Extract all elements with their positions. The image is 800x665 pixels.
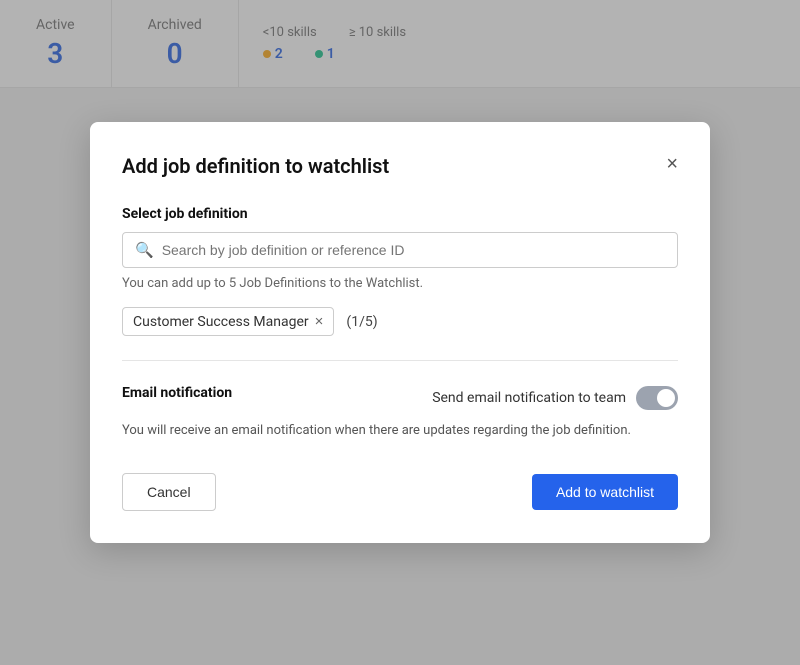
toggle-row: Send email notification to team [432,386,678,410]
add-to-watchlist-button[interactable]: Add to watchlist [532,474,678,510]
tag-label: Customer Success Manager [133,314,309,330]
selected-tag: Customer Success Manager × [122,307,334,336]
email-description: You will receive an email notification w… [122,421,678,441]
search-box: 🔍 [122,232,678,268]
search-input[interactable] [162,242,665,258]
search-icon: 🔍 [135,241,154,259]
modal: Add job definition to watchlist × Select… [90,122,710,543]
section-divider [122,360,678,361]
email-section: Email notification Send email notificati… [122,385,678,441]
email-section-label: Email notification [122,385,232,401]
modal-header: Add job definition to watchlist × [122,154,678,178]
modal-overlay: Add job definition to watchlist × Select… [0,0,800,665]
tag-remove-button[interactable]: × [315,313,324,330]
cancel-button[interactable]: Cancel [122,473,216,511]
toggle-knob [657,389,675,407]
select-section-label: Select job definition [122,206,678,222]
hint-text: You can add up to 5 Job Definitions to t… [122,276,678,291]
email-toggle[interactable] [636,386,678,410]
modal-footer: Cancel Add to watchlist [122,473,678,511]
close-button[interactable]: × [666,154,678,174]
email-header-row: Email notification Send email notificati… [122,385,678,411]
selection-count: (1/5) [346,314,377,330]
toggle-label: Send email notification to team [432,390,626,406]
modal-title: Add job definition to watchlist [122,154,389,178]
tags-row: Customer Success Manager × (1/5) [122,307,678,336]
select-job-section: Select job definition 🔍 You can add up t… [122,206,678,336]
